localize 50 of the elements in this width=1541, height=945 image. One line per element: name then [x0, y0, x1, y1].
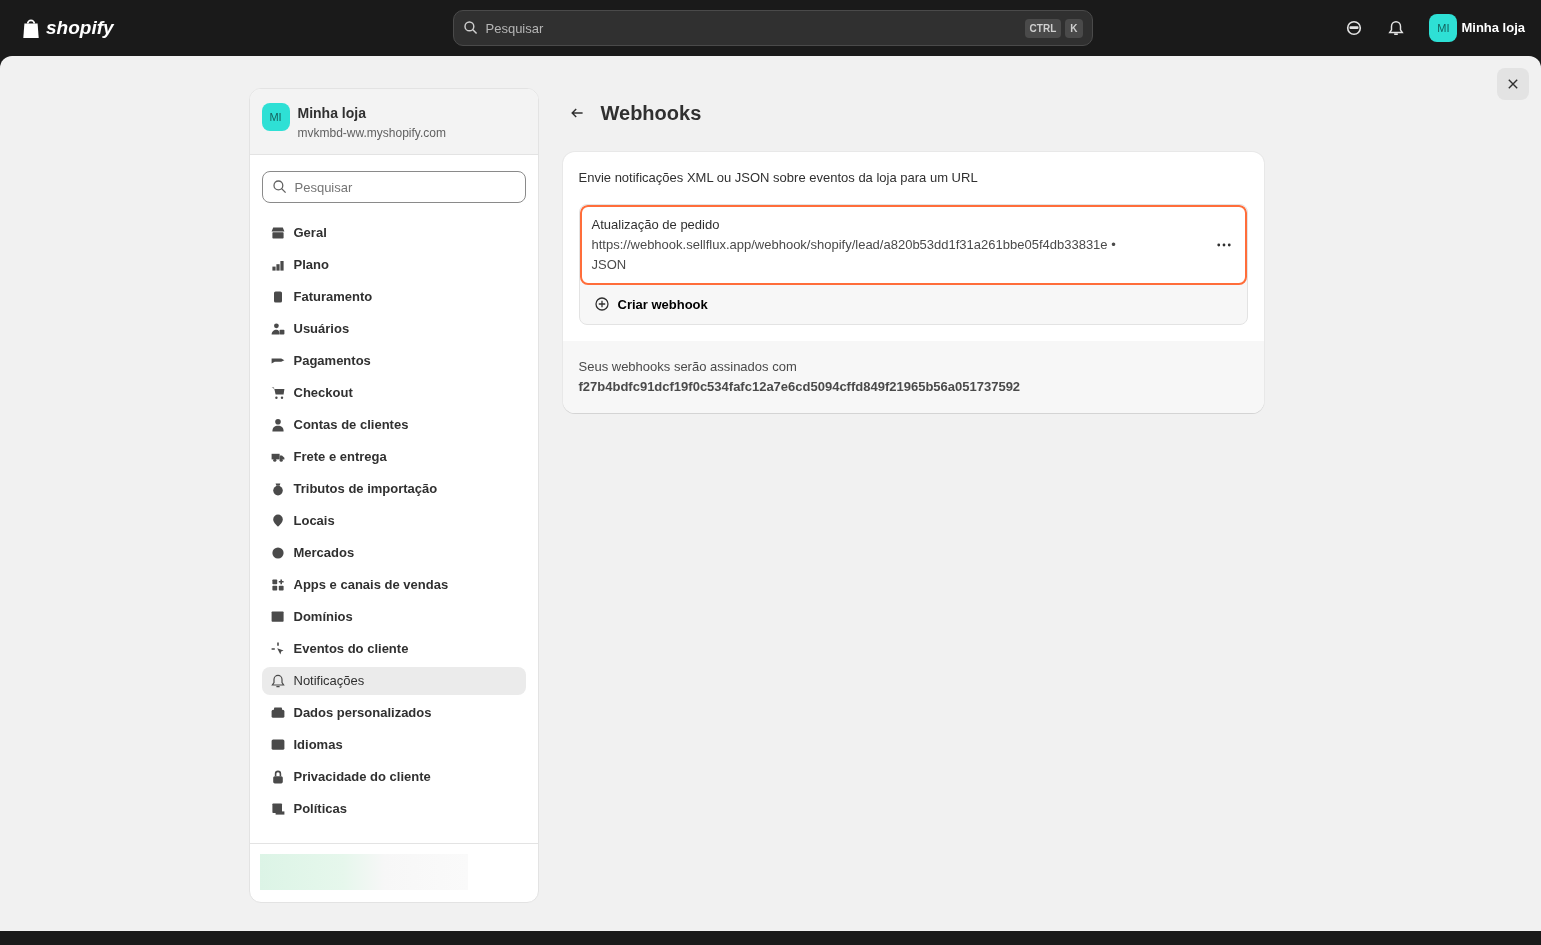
settings-nav-item[interactable]: Pagamentos: [261, 347, 526, 375]
settings-nav-item[interactable]: Frete e entrega: [261, 443, 526, 471]
cart-icon: [269, 385, 286, 401]
close-button[interactable]: [1497, 68, 1529, 100]
settings-search-field[interactable]: Pesquisar: [261, 171, 526, 203]
bell-icon: [1387, 19, 1406, 37]
settings-nav-item[interactable]: Notificações: [261, 667, 526, 695]
settings-nav-item[interactable]: Privacidade do cliente: [261, 763, 526, 791]
close-icon: [1506, 77, 1520, 91]
store-avatar: MI: [261, 103, 290, 131]
settings-nav-item[interactable]: Domínios: [261, 603, 526, 631]
settings-nav-item[interactable]: Usuários: [261, 315, 526, 343]
description-text: Envie notificações XML ou JSON sobre eventos da loja para um URL: [578, 169, 979, 187]
signature-key: f27b4bdfc91dcf19f0c534fafc12a7e6cd5094cffd849f21965b56a051737592: [578, 377, 1248, 397]
store-name: Minha loja: [297, 104, 367, 123]
sparkle-icon: [269, 641, 286, 657]
settings-nav-item[interactable]: Dados personalizados: [261, 699, 526, 727]
page-title: Webhooks: [600, 101, 702, 126]
webhook-format: JSON: [591, 255, 628, 274]
search-icon: [271, 179, 288, 195]
webhook-item[interactable]: Atualização de pedido https://webhook.sellflux.app/webhook/shopify/lead/a820b53dd1f31a261bbe05f4db33831e • JSON: [579, 204, 1247, 285]
shortcut-key: K: [1065, 19, 1083, 38]
store-avatar[interactable]: MI: [1429, 14, 1458, 42]
ellipsis-icon: [1216, 243, 1231, 248]
settings-nav-item[interactable]: Checkout: [261, 379, 526, 407]
settings-nav-item[interactable]: Contas de clientes: [261, 411, 526, 439]
store-name[interactable]: Minha loja: [1461, 18, 1525, 38]
settings-nav-item[interactable]: Plano: [261, 251, 526, 279]
settings-nav-item[interactable]: Locais: [261, 507, 526, 535]
store-icon: [269, 225, 286, 241]
webhook-event: Atualização de pedido: [591, 215, 721, 234]
settings-nav-item[interactable]: Geral: [261, 219, 526, 247]
settings-nav-item[interactable]: Idiomas: [261, 731, 526, 759]
shopify-logo[interactable]: shopify: [46, 13, 114, 43]
signature-label: Seus webhooks serão assinados com: [578, 358, 798, 376]
create-webhook-button[interactable]: Criar webhook: [579, 284, 722, 324]
store-domain: mvkmbd-ww.myshopify.com: [297, 125, 446, 142]
bell-icon: [269, 673, 286, 689]
settings-nav-item[interactable]: Tributos de importação: [261, 475, 526, 503]
plus-circle-icon: [593, 296, 610, 313]
shortcut-key: CTRL: [1024, 19, 1062, 38]
users-icon: [269, 321, 286, 337]
settings-nav-item[interactable]: Eventos do cliente: [261, 635, 526, 663]
settings-nav-item[interactable]: Faturamento: [261, 283, 526, 311]
settings-nav-item[interactable]: Políticas: [261, 795, 526, 823]
settings-nav-item[interactable]: Mercados: [261, 539, 526, 567]
settings-nav-item[interactable]: Apps e canais de vendas: [261, 571, 526, 599]
webhook-url: https://webhook.sellflux.app/webhook/shopify/lead/a820b53dd1f31a261bbe05f4db33831e •: [591, 235, 1117, 254]
search-icon: [462, 20, 479, 36]
apps-icon: [269, 577, 286, 593]
